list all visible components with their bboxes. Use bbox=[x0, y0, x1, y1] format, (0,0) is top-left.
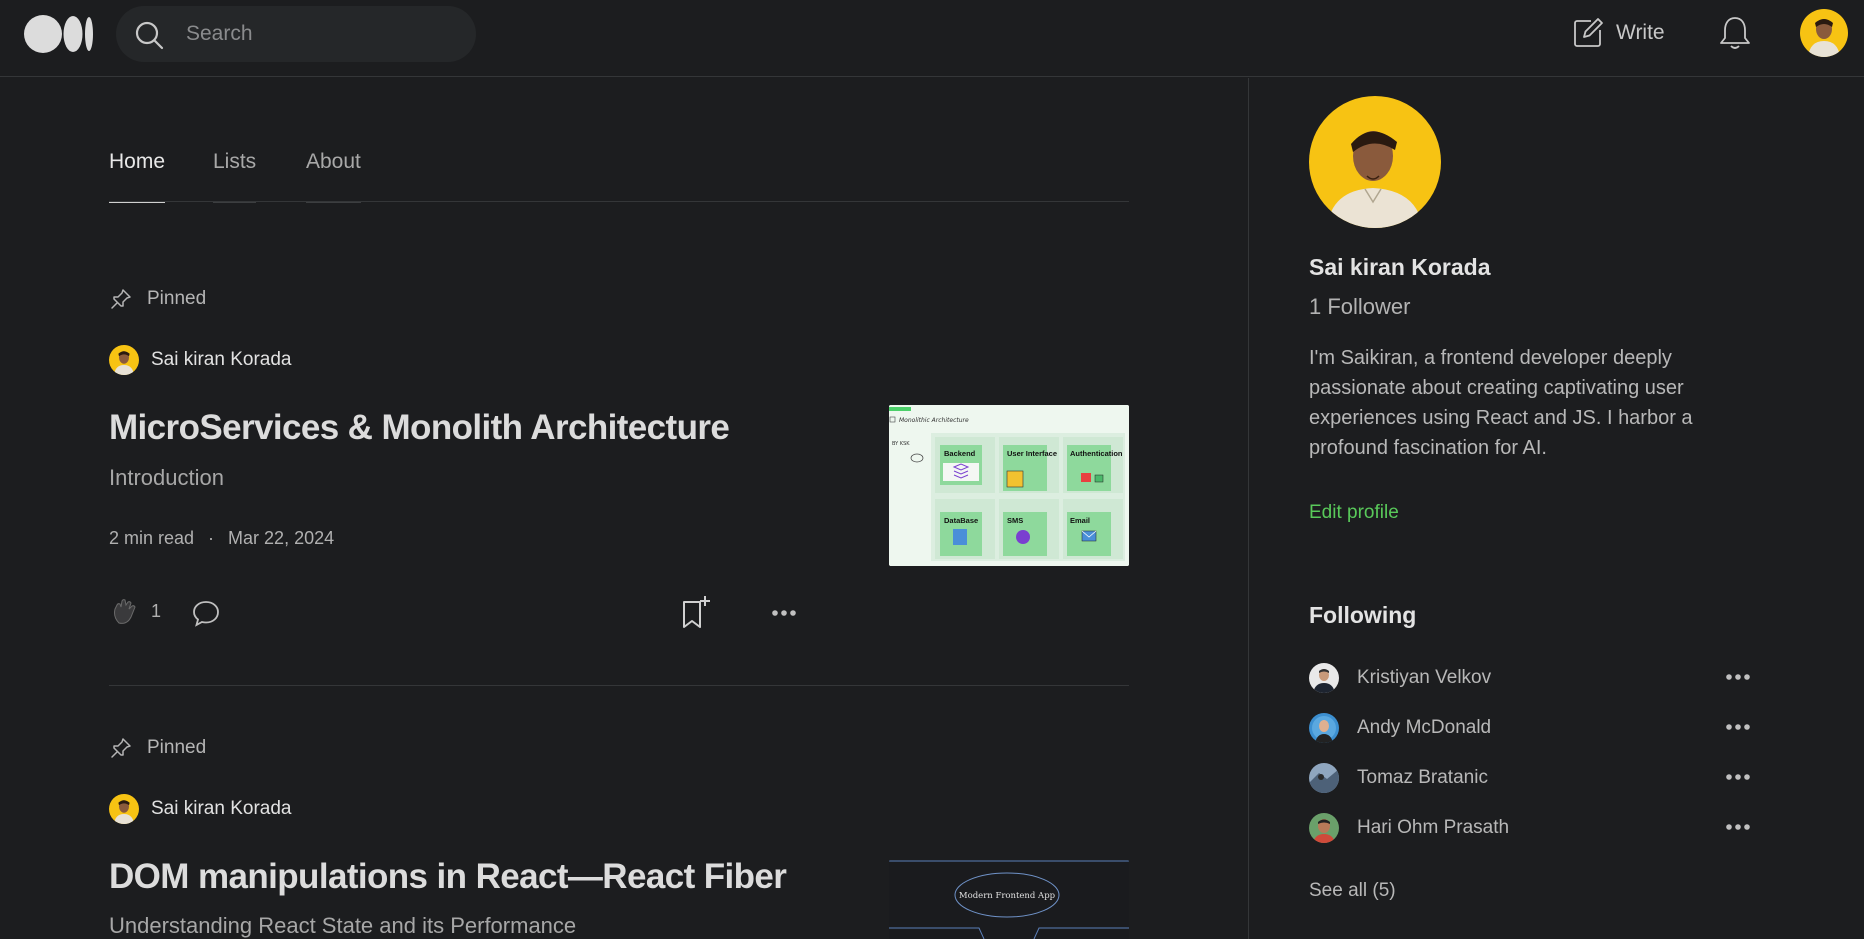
more-options-icon[interactable] bbox=[1725, 673, 1751, 681]
article-actions: 1 bbox=[109, 595, 809, 635]
article-meta: 2 min read · Mar 22, 2024 bbox=[109, 528, 334, 549]
following-avatar[interactable] bbox=[1309, 663, 1339, 693]
pin-icon bbox=[111, 289, 131, 309]
pinned-indicator: Pinned bbox=[109, 736, 206, 760]
following-item: Andy McDonald bbox=[1309, 711, 1753, 745]
following-item: Kristiyan Velkov bbox=[1309, 661, 1753, 695]
more-options-icon[interactable] bbox=[1725, 773, 1751, 781]
architecture-diagram-image: Monolithic Architecture BY KSK Backend U… bbox=[889, 405, 1129, 566]
tab-underline bbox=[213, 202, 257, 203]
article-title[interactable]: MicroServices & Monolith Architecture bbox=[109, 408, 730, 448]
avatar-image bbox=[1800, 9, 1848, 57]
medium-logo[interactable] bbox=[24, 15, 94, 53]
thumbnail-heading: Monolithic Architecture bbox=[899, 417, 969, 424]
meta-separator: · bbox=[208, 528, 215, 548]
user-avatar-menu[interactable] bbox=[1800, 9, 1848, 57]
write-button[interactable]: Write bbox=[1572, 15, 1665, 51]
followers-count[interactable]: 1 Follower bbox=[1309, 294, 1410, 320]
tile-email: Email bbox=[1070, 516, 1090, 525]
author-name: Sai kiran Korada bbox=[151, 349, 292, 370]
tile-authentication: Authentication bbox=[1070, 449, 1123, 458]
pinned-label: Pinned bbox=[147, 737, 207, 758]
notifications-bell-icon[interactable] bbox=[1718, 15, 1752, 51]
write-label: Write bbox=[1616, 21, 1665, 44]
thumbnail-side-note: BY KSK bbox=[892, 441, 910, 447]
tab-about-label: About bbox=[306, 150, 361, 173]
following-name[interactable]: Tomaz Bratanic bbox=[1357, 767, 1488, 789]
article-subtitle[interactable]: Introduction bbox=[109, 465, 224, 491]
tile-database: DataBase bbox=[944, 516, 978, 525]
article-author[interactable]: Sai kiran Korada bbox=[109, 345, 291, 375]
following-name[interactable]: Kristiyan Velkov bbox=[1357, 667, 1491, 689]
following-avatar[interactable] bbox=[1309, 813, 1339, 843]
pinned-label: Pinned bbox=[147, 288, 207, 309]
article-divider bbox=[109, 685, 1129, 686]
profile-avatar[interactable] bbox=[1309, 96, 1441, 228]
search-box bbox=[116, 6, 476, 62]
column-divider bbox=[1248, 78, 1249, 939]
more-options-icon[interactable] bbox=[771, 609, 797, 617]
profile-photo bbox=[1309, 96, 1441, 228]
following-name[interactable]: Hari Ohm Prasath bbox=[1357, 817, 1509, 839]
tab-home[interactable]: Home bbox=[109, 150, 166, 203]
write-icon bbox=[1574, 18, 1603, 47]
tile-backend: Backend bbox=[944, 449, 976, 458]
pinned-indicator: Pinned bbox=[109, 287, 206, 311]
article-thumbnail[interactable]: Modern Frontend App bbox=[889, 860, 1129, 939]
tab-lists[interactable]: Lists bbox=[213, 150, 257, 203]
search-input[interactable] bbox=[186, 20, 456, 48]
following-avatar[interactable] bbox=[1309, 763, 1339, 793]
profile-tabs: Home Lists About bbox=[109, 150, 1129, 203]
following-heading: Following bbox=[1309, 602, 1417, 628]
tab-underline bbox=[306, 202, 361, 203]
profile-bio: I'm Saikiran, a frontend developer deepl… bbox=[1309, 347, 1693, 459]
tab-home-label: Home bbox=[109, 150, 166, 173]
article-title[interactable]: DOM manipulations in React—React Fiber bbox=[109, 857, 787, 897]
article-thumbnail[interactable]: Monolithic Architecture BY KSK Backend U… bbox=[889, 405, 1129, 566]
thumbnail-label: Modern Frontend App bbox=[959, 891, 1056, 901]
following-name[interactable]: Andy McDonald bbox=[1357, 717, 1491, 739]
edit-profile-link[interactable]: Edit profile bbox=[1309, 502, 1399, 524]
more-options-icon[interactable] bbox=[1725, 823, 1751, 831]
author-avatar bbox=[109, 345, 139, 375]
following-item: Hari Ohm Prasath bbox=[1309, 811, 1753, 845]
see-all-following-link[interactable]: See all (5) bbox=[1309, 880, 1396, 902]
clap-icon bbox=[114, 599, 136, 624]
more-options-icon[interactable] bbox=[1725, 723, 1751, 731]
author-avatar bbox=[109, 794, 139, 824]
clap-button[interactable]: 1 bbox=[109, 595, 161, 627]
search-icon bbox=[135, 21, 164, 50]
author-name: Sai kiran Korada bbox=[151, 798, 292, 819]
clap-count: 1 bbox=[151, 600, 162, 621]
pin-icon bbox=[111, 738, 131, 758]
read-time: 2 min read bbox=[109, 528, 195, 548]
publish-date: Mar 22, 2024 bbox=[228, 528, 335, 548]
top-navigation-bar: Write bbox=[0, 0, 1864, 77]
bookmark-add-icon[interactable] bbox=[681, 595, 711, 629]
article-author[interactable]: Sai kiran Korada bbox=[109, 794, 291, 824]
tile-user-interface: User Interface bbox=[1007, 449, 1057, 458]
following-avatar[interactable] bbox=[1309, 713, 1339, 743]
article-subtitle[interactable]: Understanding React State and its Perfor… bbox=[109, 913, 576, 939]
profile-name: Sai kiran Korada bbox=[1309, 254, 1491, 280]
tile-sms: SMS bbox=[1007, 516, 1023, 525]
following-item: Tomaz Bratanic bbox=[1309, 761, 1753, 795]
frontend-app-diagram-image: Modern Frontend App bbox=[889, 860, 1129, 939]
tab-underline bbox=[109, 202, 166, 203]
comment-icon[interactable] bbox=[191, 599, 221, 629]
tab-lists-label: Lists bbox=[213, 150, 257, 173]
tab-about[interactable]: About bbox=[306, 150, 361, 203]
